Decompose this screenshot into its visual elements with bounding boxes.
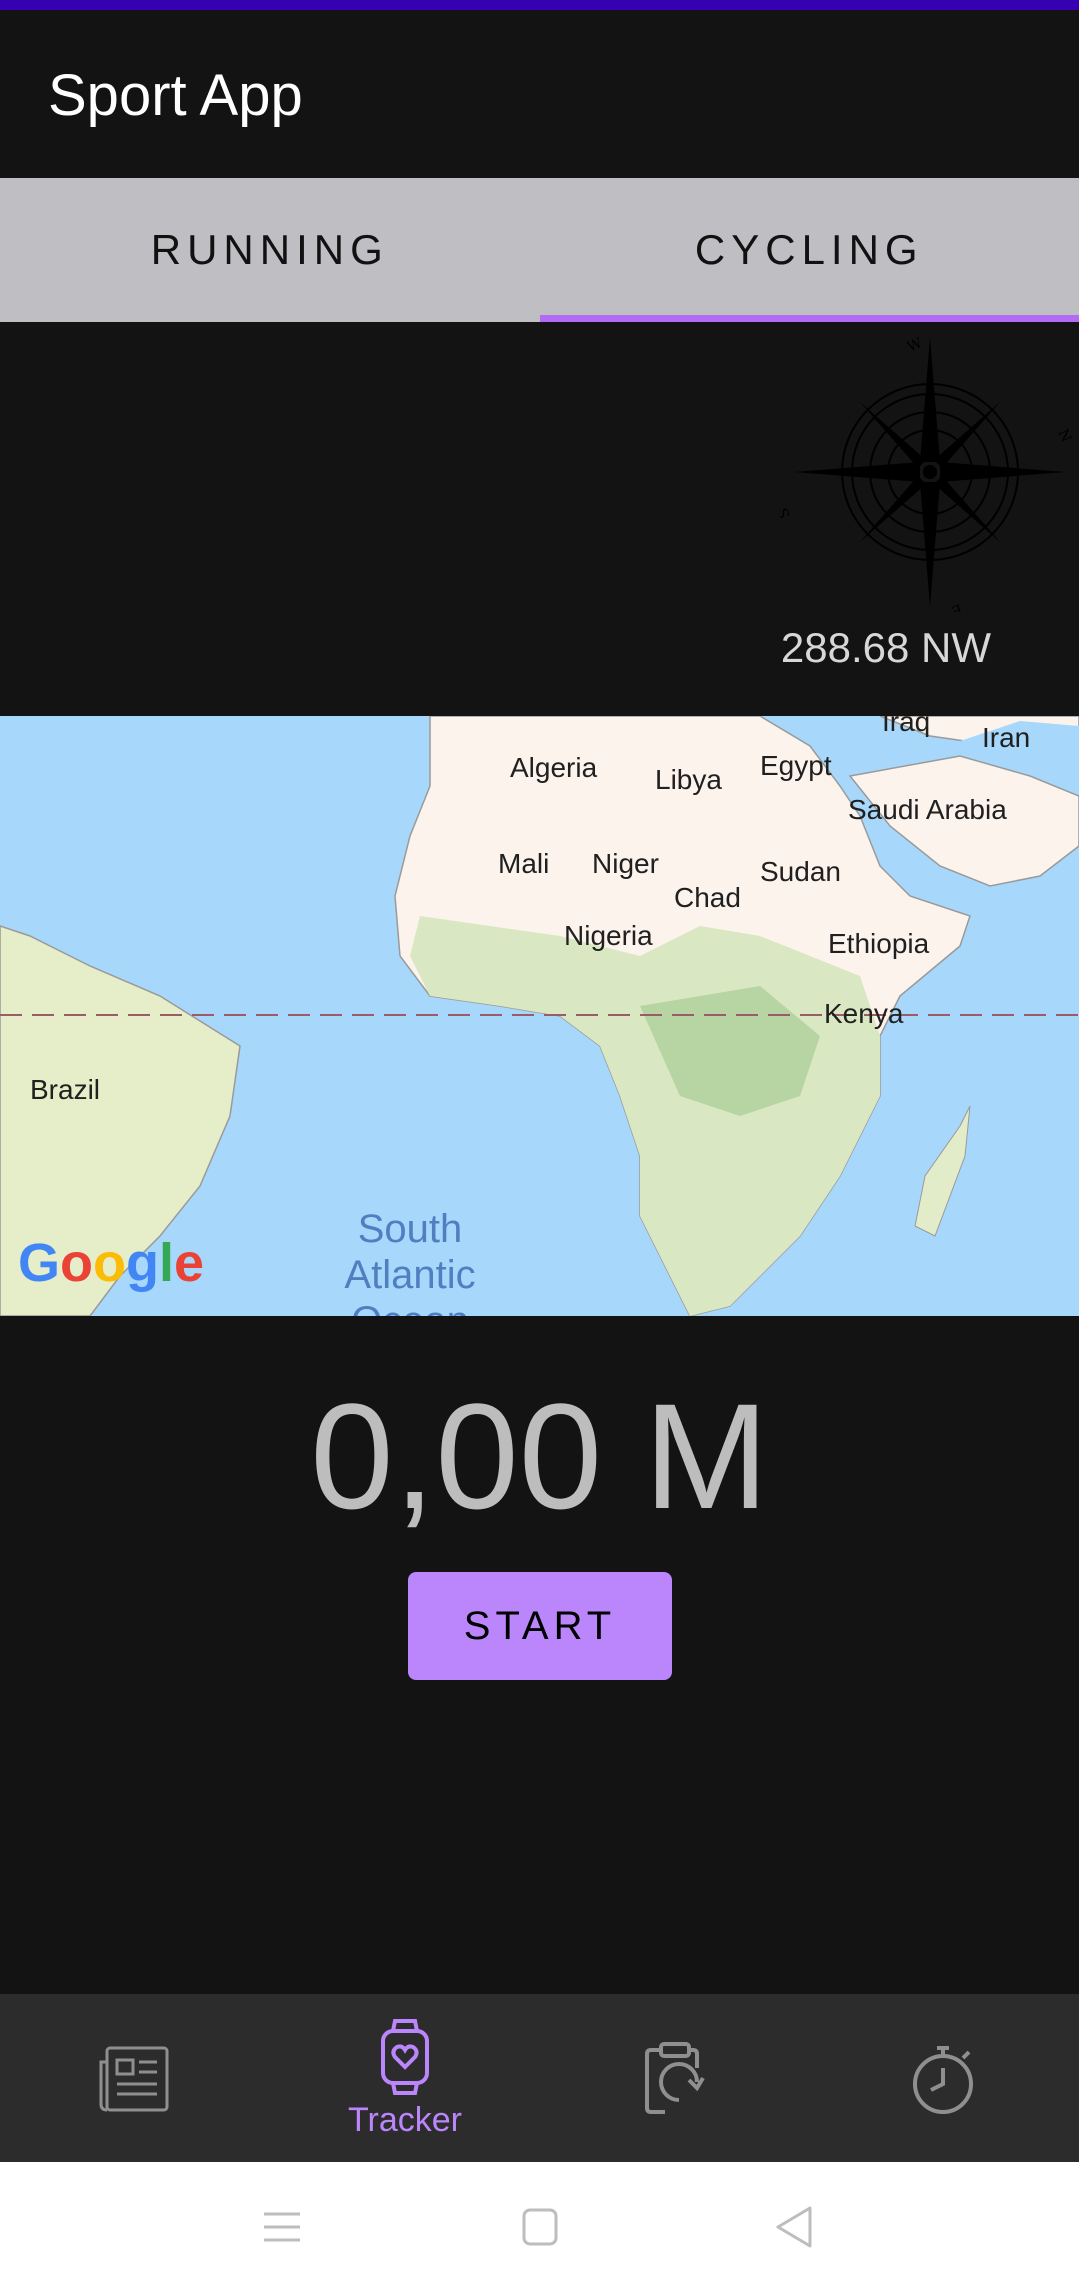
- nav-item-tracker[interactable]: Tracker: [270, 1994, 540, 2162]
- map-label-iraq: Iraq: [882, 716, 931, 737]
- svg-text:E: E: [949, 600, 964, 612]
- svg-text:N: N: [1054, 427, 1074, 445]
- smartwatch-heart-icon: [381, 2018, 429, 2095]
- nav-label-tracker: Tracker: [348, 2100, 462, 2139]
- newspaper-icon: [99, 2046, 169, 2112]
- map-label-iran: Iran: [982, 722, 1031, 753]
- start-button-label: START: [463, 1603, 617, 1648]
- start-button[interactable]: START: [408, 1572, 672, 1680]
- svg-text:S: S: [780, 506, 794, 520]
- tab-selected-indicator: [539, 315, 1079, 322]
- map-label-egypt: Egypt: [760, 750, 832, 781]
- map-label-kenya: Kenya: [824, 998, 904, 1029]
- map-label-niger: Niger: [592, 848, 659, 879]
- recents-menu-icon[interactable]: [252, 2202, 312, 2252]
- tab-bar: RUNNING CYCLING: [0, 178, 1079, 322]
- map-label-sudan: Sudan: [760, 856, 841, 887]
- bottom-navigation: Tracker: [0, 1994, 1079, 2162]
- tab-running-label: RUNNING: [150, 226, 389, 273]
- ocean-label-line2: Atlantic: [344, 1253, 476, 1297]
- clipboard-history-icon: [645, 2042, 705, 2114]
- map-label-chad: Chad: [674, 882, 741, 913]
- ocean-label-line1: South: [357, 1207, 463, 1251]
- distance-readout: 0,00 M: [310, 1372, 769, 1540]
- nav-item-history[interactable]: [540, 1994, 810, 2162]
- ocean-label-line3: Ocean: [330, 1298, 490, 1316]
- map-label-south-atlantic-ocean: South Atlantic Ocean: [330, 1206, 490, 1316]
- svg-text:W: W: [905, 335, 925, 356]
- home-square-icon[interactable]: [510, 2202, 570, 2252]
- app-title: Sport App: [48, 63, 303, 128]
- map-label-algeria: Algeria: [510, 752, 598, 783]
- tab-cycling[interactable]: CYCLING: [539, 178, 1079, 322]
- compass-panel: W N S E 288.68 NW: [0, 322, 1079, 716]
- map-view[interactable]: Algeria Libya Egypt Iraq Iran Saudi Arab…: [0, 716, 1079, 1316]
- map-label-saudi-arabia: Saudi Arabia: [848, 794, 1007, 825]
- system-navigation-bar: [0, 2162, 1079, 2294]
- nav-item-stopwatch[interactable]: [810, 1994, 1079, 2162]
- map-label-brazil: Brazil: [30, 1074, 101, 1105]
- google-logo: Google: [18, 1233, 205, 1293]
- nav-item-news[interactable]: [0, 1994, 270, 2162]
- status-bar: [0, 0, 1079, 10]
- tab-running[interactable]: RUNNING: [0, 178, 540, 322]
- map-label-libya: Libya: [655, 764, 722, 795]
- compass-heading-readout: 288.68 NW: [780, 624, 991, 671]
- back-triangle-icon[interactable]: [766, 2202, 826, 2252]
- map-label-ethiopia: Ethiopia: [828, 928, 930, 959]
- compass-rose-icon: W N S E: [780, 335, 1074, 612]
- map-label-mali: Mali: [498, 848, 550, 879]
- map-label-nigeria: Nigeria: [564, 920, 653, 951]
- stopwatch-icon: [913, 2046, 973, 2114]
- app-bar: Sport App: [0, 10, 1079, 178]
- tab-cycling-label: CYCLING: [694, 226, 924, 273]
